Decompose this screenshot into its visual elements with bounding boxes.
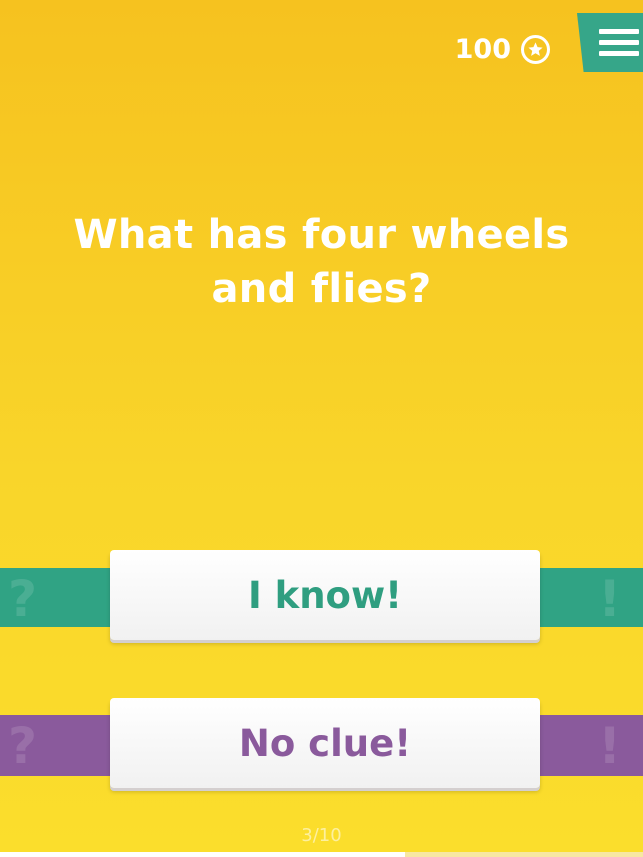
question-mark-icon: ? (8, 570, 38, 628)
menu-button[interactable] (577, 13, 643, 72)
progress-fill (0, 852, 406, 857)
question-mark-icon: ? (8, 717, 38, 775)
score-display: 100 (455, 30, 550, 68)
star-icon (521, 34, 550, 64)
question-text: What has four wheels and flies? (73, 212, 570, 312)
hamburger-icon (599, 29, 639, 57)
no-clue-button[interactable]: No clue! (110, 698, 540, 788)
score-value: 100 (454, 33, 511, 65)
progress-bar (0, 852, 643, 857)
i-know-button[interactable]: I know! (110, 550, 540, 640)
exclamation-mark-icon: ! (598, 717, 621, 775)
progress-label: 3/10 (301, 825, 342, 846)
exclamation-mark-icon: ! (598, 570, 621, 628)
